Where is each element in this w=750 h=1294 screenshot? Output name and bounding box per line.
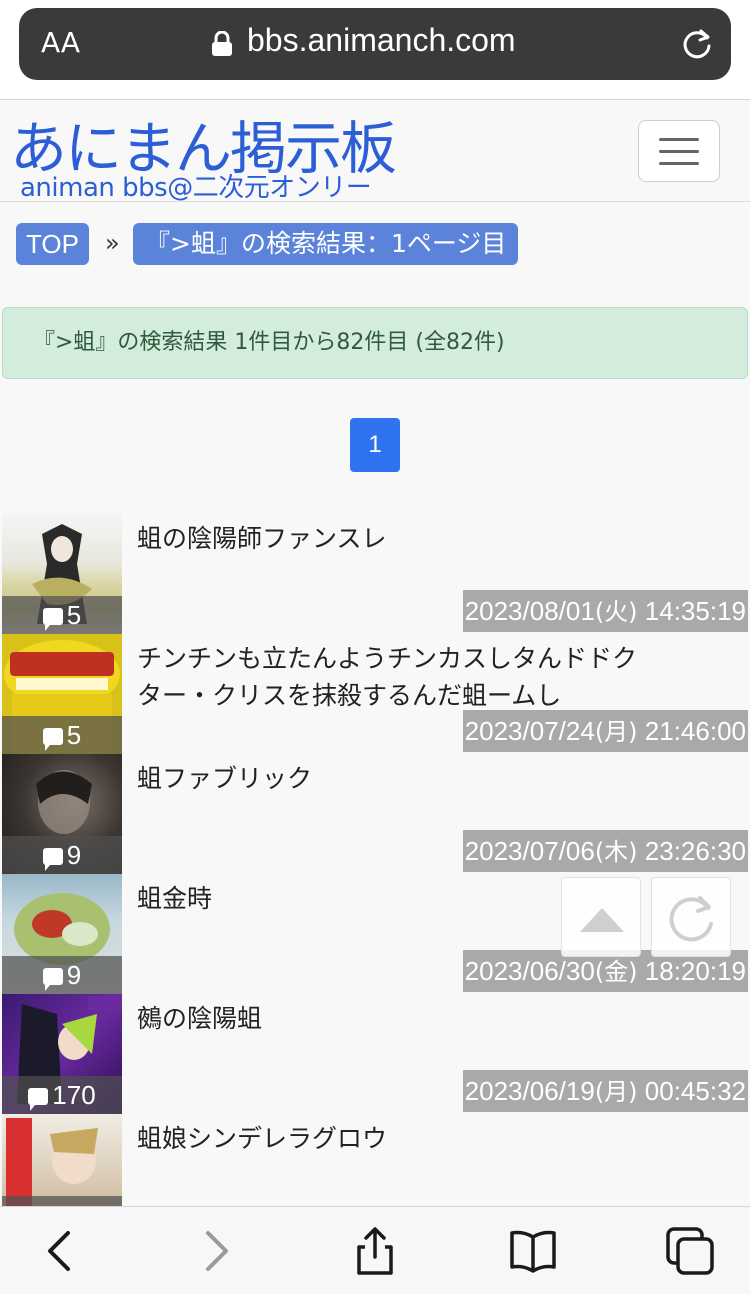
triangle-up-icon <box>580 908 624 932</box>
forward-icon[interactable] <box>190 1225 242 1277</box>
thread-row[interactable]: 9 蛆ファブリック 2023/07/06(木) 23:26:30 <box>0 754 750 874</box>
lock-icon <box>212 31 232 56</box>
breadcrumb-top-link[interactable]: TOP <box>16 223 89 265</box>
thread-date: 2023/08/01(火) 14:35:19 <box>462 590 748 632</box>
bookmarks-icon[interactable] <box>507 1225 559 1277</box>
thread-title[interactable]: 蛆ファブリック <box>137 760 642 797</box>
thread-title[interactable]: 鵺の陰陽蛆 <box>137 1000 642 1037</box>
comment-icon <box>28 1088 49 1111</box>
thread-thumbnail[interactable]: 9 <box>2 874 122 994</box>
browser-top-bar: AA bbs.animanch.com <box>0 0 750 100</box>
site-logo-subtitle: animan bbs@二次元オンリー <box>20 173 372 203</box>
thread-date: 2023/06/19(月) 00:45:32 <box>462 1070 748 1112</box>
thread-list: 5 蛆の陰陽師ファンスレ 2023/08/01(火) 14:35:19 5 チン… <box>0 514 750 1206</box>
share-icon[interactable] <box>349 1225 401 1277</box>
menu-toggle-button[interactable] <box>638 120 720 182</box>
text-size-button[interactable]: AA <box>41 26 80 59</box>
thread-thumbnail[interactable] <box>2 1114 122 1206</box>
reply-count: 5 <box>2 596 122 634</box>
address-bar[interactable]: AA bbs.animanch.com <box>19 8 731 80</box>
thread-thumbnail[interactable]: 170 <box>2 994 122 1114</box>
comment-icon <box>42 848 63 871</box>
page-content: あにまん掲示板 animan bbs@二次元オンリー TOP » 『>蛆』の検索… <box>0 101 750 1206</box>
thread-thumbnail[interactable]: 5 <box>2 634 122 754</box>
comment-icon <box>42 968 63 991</box>
hamburger-icon <box>659 138 699 141</box>
browser-toolbar <box>0 1206 750 1294</box>
thread-row[interactable]: 5 蛆の陰陽師ファンスレ 2023/08/01(火) 14:35:19 <box>0 514 750 634</box>
reply-count: 9 <box>2 956 122 994</box>
breadcrumb-separator: » <box>105 229 120 257</box>
thread-title[interactable]: チンチンも立たんようチンカスしタんドドクター・クリスを抹殺するんだ蛆ームし <box>137 640 642 714</box>
thread-title[interactable]: 蛆の陰陽師ファンスレ <box>137 520 642 557</box>
thread-date: 2023/07/06(木) 23:26:30 <box>462 830 748 872</box>
reply-count: 9 <box>2 836 122 874</box>
comment-icon <box>42 608 63 631</box>
back-icon[interactable] <box>34 1225 86 1277</box>
thread-date: 2023/07/24(月) 21:46:00 <box>462 710 748 752</box>
reply-count <box>2 1196 122 1206</box>
refresh-icon <box>669 896 713 942</box>
breadcrumb-current[interactable]: 『>蛆』の検索結果：1ページ目 <box>133 223 519 265</box>
thread-title[interactable]: 蛆娘シンデレラグロウ <box>137 1120 642 1157</box>
tabs-icon[interactable] <box>664 1225 716 1277</box>
reload-page-button[interactable] <box>651 877 731 957</box>
header-divider <box>0 201 750 202</box>
comment-icon <box>42 728 63 751</box>
search-result-alert: 『>蛆』の検索結果 1件目から82件目 (全82件) <box>2 307 748 379</box>
thread-row[interactable]: 5 チンチンも立たんようチンカスしタんドドクター・クリスを抹殺するんだ蛆ームし … <box>0 634 750 754</box>
reply-count: 170 <box>2 1076 122 1114</box>
thread-row[interactable]: 蛆娘シンデレラグロウ <box>0 1114 750 1206</box>
thread-row[interactable]: 170 鵺の陰陽蛆 2023/06/19(月) 00:45:32 <box>0 994 750 1114</box>
thread-thumbnail[interactable]: 9 <box>2 754 122 874</box>
pagination-page-1[interactable]: 1 <box>350 418 400 472</box>
reply-count: 5 <box>2 716 122 754</box>
thread-thumbnail[interactable]: 5 <box>2 514 122 634</box>
url-text[interactable]: bbs.animanch.com <box>247 22 516 59</box>
reload-icon[interactable] <box>679 26 715 62</box>
scroll-to-top-button[interactable] <box>561 877 641 957</box>
